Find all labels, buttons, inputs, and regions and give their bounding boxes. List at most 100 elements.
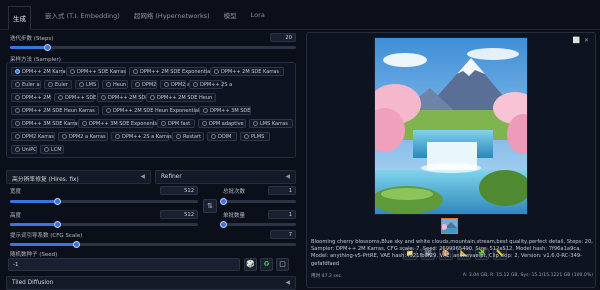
sampler-option[interactable]: DPM++ 3M SDE Exponential — [78, 119, 161, 128]
seed-label: 随机数种子 (Seed) — [10, 252, 58, 258]
sampler-option[interactable]: DPM2 a — [160, 80, 190, 89]
radio-icon — [176, 134, 181, 139]
tab-lora[interactable]: Lora — [251, 11, 265, 19]
sampler-option[interactable]: DPM++ SDE Karras — [66, 67, 126, 76]
batch-count-label: 总批次数 — [223, 189, 246, 195]
batch-count-slider[interactable] — [220, 198, 296, 205]
steps-slider[interactable] — [10, 44, 296, 51]
tab-hypernetworks[interactable]: 超网络 (Hypernetworks) — [134, 10, 210, 20]
reuse-seed-icon[interactable]: ♻ — [260, 258, 273, 271]
sampler-option-label: DDIM — [218, 133, 232, 140]
sampler-option-label: Euler — [55, 81, 68, 88]
sampler-option[interactable]: PLMS — [240, 132, 270, 141]
sampler-option[interactable]: LMS Karras — [249, 119, 293, 128]
close-icon[interactable]: ✕ — [584, 37, 589, 44]
sampler-option[interactable]: LMS — [75, 80, 99, 89]
sampler-option[interactable]: Euler a — [11, 80, 41, 89]
sampler-option[interactable]: UniPC — [11, 145, 37, 154]
refiner-accordion[interactable]: Refiner ◀ — [155, 170, 296, 184]
width-slider-knob[interactable] — [54, 198, 61, 205]
landscape-picture — [375, 38, 527, 214]
sampler-option-label: DPM++ 3M SDE — [210, 107, 251, 114]
cfg-input[interactable]: 7 — [270, 230, 296, 239]
generation-info: Blooming cherry blossoms,Blue sky and wh… — [311, 239, 593, 267]
seed-input[interactable]: -1 — [8, 258, 240, 271]
sampler-option[interactable]: DPM++ 2S a — [189, 80, 232, 89]
radio-icon — [150, 95, 155, 100]
sampler-option[interactable]: DDIM — [207, 132, 237, 141]
sampler-option[interactable]: DPM++ 3M SDE Karras — [11, 119, 80, 128]
sampler-option[interactable]: DPM++ 2M SDE Heun Exponential — [102, 106, 199, 115]
width-slider[interactable] — [10, 198, 198, 205]
sampler-option[interactable]: DPM++ 2S a Karras — [111, 132, 172, 141]
tab-txt2img[interactable]: 生成 — [8, 6, 31, 30]
height-slider[interactable] — [10, 221, 198, 228]
batch-size-input[interactable]: 1 — [268, 210, 296, 219]
sampler-option[interactable]: DPM++ 2M — [11, 93, 51, 102]
sampler-option[interactable]: Restart — [172, 132, 204, 141]
sampler-option[interactable]: DPM2 — [131, 80, 157, 89]
sampler-option[interactable]: Heun — [102, 80, 128, 89]
height-slider-knob[interactable] — [54, 221, 61, 228]
vram-usage: A: 3.04 GB, R: 15.12 GB, Sys: 15.1/15.12… — [462, 273, 593, 278]
extra-seed-checkbox[interactable]: ▢ — [276, 258, 289, 271]
sampler-option-label: Heun — [113, 81, 127, 88]
sampler-option-label: DPM fast — [168, 120, 191, 127]
sampler-option-label: LMS — [86, 81, 97, 88]
tab-models[interactable]: 模型 — [224, 10, 237, 20]
hires-fix-accordion[interactable]: 高分辨率修复 (Hires. fix) ◀ — [6, 170, 151, 184]
swap-dimensions-button[interactable]: ⇅ — [203, 199, 217, 213]
sampler-option[interactable]: DPM++ 2M SDE Exponential — [129, 67, 212, 76]
main-tabs: 生成 嵌入式 (T.I. Embedding) 超网络 (Hypernetwor… — [0, 0, 600, 30]
sampler-option-label: DPM++ 2M SDE Heun Karras — [22, 107, 95, 114]
sampler-option[interactable]: DPM adaptive — [198, 119, 246, 128]
radio-icon — [214, 69, 219, 74]
random-seed-dice-icon[interactable]: 🎲 — [244, 258, 257, 271]
radio-icon — [164, 82, 169, 87]
image-thumbnail[interactable] — [441, 218, 458, 234]
sampler-option[interactable]: DPM++ 2M SDE — [97, 93, 148, 102]
refiner-label: Refiner — [161, 174, 182, 180]
sampler-option[interactable]: LCM — [40, 145, 64, 154]
sampler-option[interactable]: Euler — [44, 80, 72, 89]
sampler-radio-group: DPM++ 2M Karras DPM++ SDE Karras DPM++ 2M … — [6, 62, 296, 158]
sampler-option[interactable]: DPM++ 2M SDE Heun — [146, 93, 216, 102]
sampler-option-label: Euler a — [22, 81, 40, 88]
radio-icon — [82, 121, 87, 126]
generated-image[interactable] — [374, 37, 528, 215]
height-label: 高度 — [10, 213, 22, 219]
hires-caret-icon: ◀ — [140, 174, 145, 180]
hires-fix-label: 高分辨率修复 (Hires. fix) — [12, 177, 79, 183]
radio-icon — [203, 108, 208, 113]
sampler-option-label: PLMS — [251, 133, 265, 140]
batch-size-slider-knob[interactable] — [220, 221, 227, 228]
radio-icon — [244, 134, 249, 139]
radio-icon — [106, 108, 111, 113]
sampler-option[interactable]: DPM++ 2M SDE Karras — [210, 67, 284, 76]
height-slider-fill — [10, 223, 57, 226]
batch-size-slider[interactable] — [220, 221, 296, 228]
width-input[interactable]: 512 — [160, 186, 198, 195]
radio-icon — [161, 121, 166, 126]
sampler-option[interactable]: DPM++ 2M Karras — [11, 67, 68, 76]
sampler-option[interactable]: DPM++ 2M SDE Heun Karras — [11, 106, 99, 115]
sampler-option-label: LCM — [51, 146, 62, 153]
sampler-option-label: DPM++ 2M SDE Exponential — [140, 68, 212, 75]
cfg-slider-knob[interactable] — [72, 241, 80, 248]
sampler-option[interactable]: DPM fast — [157, 119, 195, 128]
sampler-option[interactable]: DPM2 a Karras — [58, 132, 108, 141]
sampler-option[interactable]: DPM++ SDE — [54, 93, 96, 102]
height-input[interactable]: 512 — [160, 210, 198, 219]
batch-count-input[interactable]: 1 — [268, 186, 296, 195]
fullscreen-icon[interactable]: ⬜ — [572, 37, 579, 44]
tiled-diffusion-label: Tiled Diffusion — [12, 280, 54, 286]
sampler-option[interactable]: DPM2 Karras — [11, 132, 55, 141]
radio-icon — [115, 134, 120, 139]
batch-count-slider-knob[interactable] — [220, 198, 227, 205]
tiled-diffusion-accordion[interactable]: Tiled Diffusion ◀ — [6, 276, 296, 290]
steps-slider-knob[interactable] — [44, 44, 52, 51]
steps-input[interactable]: 20 — [270, 33, 296, 42]
sampler-option[interactable]: DPM++ 3M SDE — [199, 106, 251, 115]
cfg-slider[interactable] — [10, 241, 296, 248]
tab-embedding[interactable]: 嵌入式 (T.I. Embedding) — [45, 10, 120, 20]
